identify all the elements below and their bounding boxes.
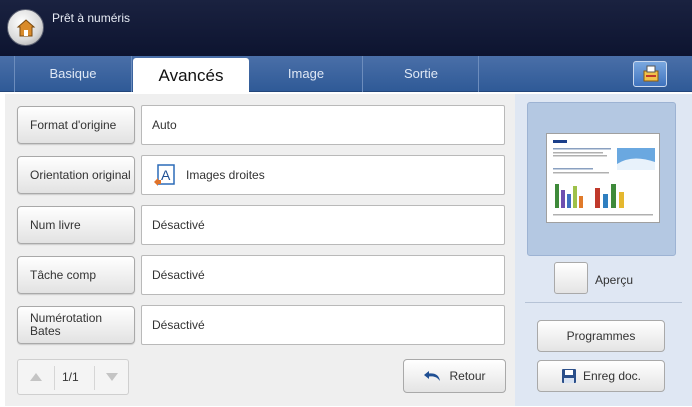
floppy-disk-icon [561, 369, 576, 383]
home-icon [16, 19, 36, 37]
pager: 1/1 [17, 359, 129, 395]
back-arrow-icon [424, 371, 441, 381]
page-down-icon[interactable] [106, 373, 118, 381]
divider [525, 302, 682, 303]
numerotation-bates-value-text: Désactivé [152, 318, 205, 332]
format-origine-button[interactable]: Format d'origine [17, 106, 135, 144]
pager-divider [94, 366, 95, 390]
page-count: 1/1 [62, 370, 79, 384]
home-button[interactable] [7, 9, 44, 46]
format-origine-value: Auto [141, 105, 505, 145]
tab-image[interactable]: Image [250, 56, 363, 92]
title-bar: Prêt à numéris [0, 0, 692, 56]
apercu-checkbox[interactable] [554, 262, 588, 294]
job-status-button[interactable] [633, 61, 667, 87]
tab-avances[interactable]: Avancés [133, 58, 249, 94]
tache-comp-button[interactable]: Tâche comp [17, 256, 135, 294]
retour-button[interactable]: Retour [403, 359, 506, 393]
svg-text:A: A [161, 167, 171, 183]
tache-comp-value-text: Désactivé [152, 268, 205, 282]
page-title: Prêt à numéris [52, 11, 131, 25]
num-livre-value: Désactivé [141, 205, 505, 245]
enreg-doc-button[interactable]: Enreg doc. [537, 360, 665, 392]
pager-divider [54, 366, 55, 390]
right-panel: Aperçu Programmes Enreg doc. [515, 94, 692, 406]
orientation-original-value: A Images droites [141, 155, 505, 195]
page-up-icon[interactable] [30, 373, 42, 381]
apercu-label: Aperçu [595, 273, 634, 287]
orientation-original-button[interactable]: Orientation original [17, 156, 135, 194]
tache-comp-value: Désactivé [141, 255, 505, 295]
document-thumbnail-image [553, 140, 655, 216]
tab-sortie[interactable]: Sortie [364, 56, 479, 92]
orientation-original-value-text: Images droites [186, 168, 265, 182]
preview-thumbnail [546, 133, 660, 223]
format-origine-value-text: Auto [152, 118, 177, 132]
tab-basique[interactable]: Basique [14, 56, 132, 92]
enreg-doc-label: Enreg doc. [582, 369, 642, 383]
numerotation-bates-button[interactable]: Numérotation Bates [17, 306, 135, 344]
preview-frame [527, 102, 676, 256]
tab-bar: Basique Avancés Image Sortie [0, 56, 692, 94]
retour-label: Retour [449, 369, 486, 383]
job-status-icon [643, 65, 659, 82]
orientation-icon: A [152, 164, 176, 186]
num-livre-button[interactable]: Num livre [17, 206, 135, 244]
programmes-button[interactable]: Programmes [537, 320, 665, 352]
options-panel: Format d'origine Auto Orientation origin… [5, 94, 515, 406]
num-livre-value-text: Désactivé [152, 218, 205, 232]
programmes-label: Programmes [566, 329, 636, 343]
numerotation-bates-value: Désactivé [141, 305, 505, 345]
